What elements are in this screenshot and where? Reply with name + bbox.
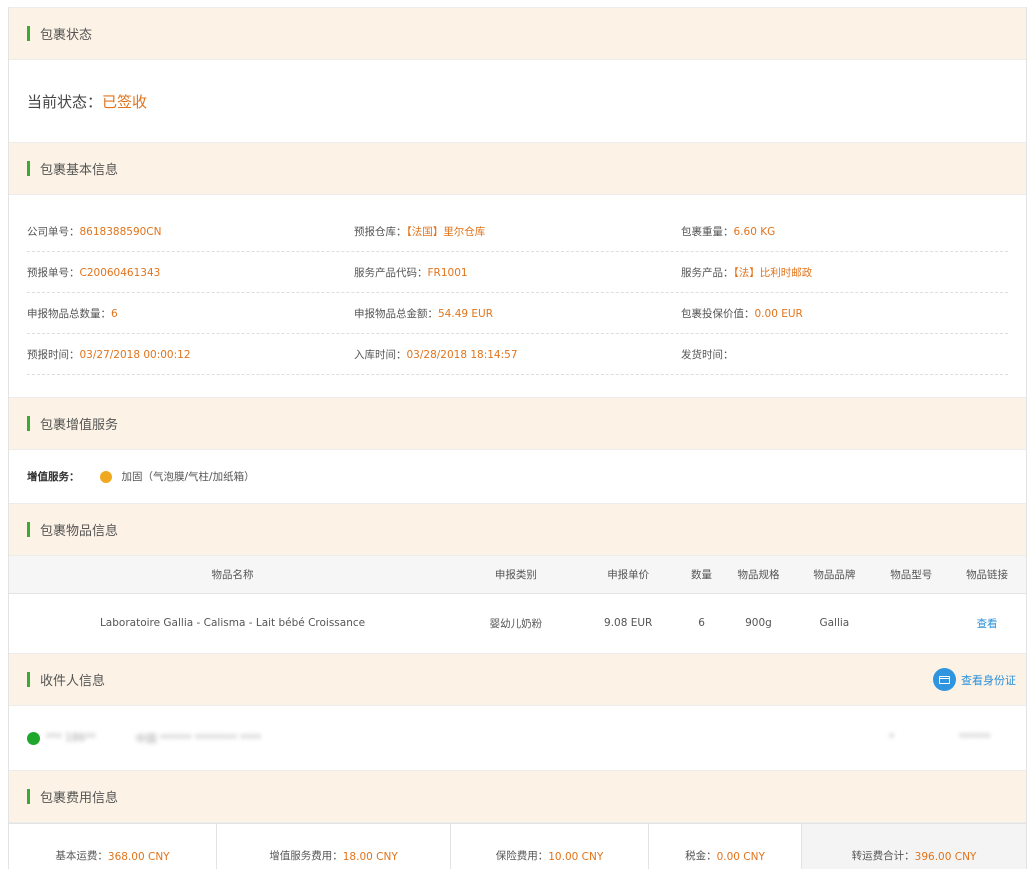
vas-dot-icon — [99, 470, 112, 483]
item-brand: Gallia — [819, 617, 850, 630]
col-qty: 数量 — [680, 556, 723, 594]
items-table: 物品名称 申报类别 申报单价 数量 物品规格 物品品牌 物品型号 物品链接 La… — [9, 556, 1026, 653]
info-insured-value: 包裹投保价值：0.00 EUR — [681, 307, 803, 320]
section-title: 包裹增值服务 — [40, 418, 119, 433]
info-company-no: 公司单号：8618388590CN — [27, 225, 162, 238]
info-product-code: 服务产品代码：FR1001 — [354, 266, 468, 279]
section-title: 包裹费用信息 — [40, 791, 119, 806]
info-ship-time: 发货时间： — [681, 348, 734, 361]
status-value: 已签收 — [102, 92, 148, 111]
package-detail-panel: 包裹状态 当前状态： 已签收 包裹基本信息 公司单号：8618388590CN … — [8, 7, 1027, 869]
col-unit-price: 申报单价 — [575, 556, 681, 594]
value-added-row: 增值服务： 加固（气泡膜/气柱/加纸箱） — [9, 450, 1026, 503]
fee-row: 基本运费： 368.00 CNY 增值服务费用： 18.00 CNY 保险费用： 10… — [9, 823, 1026, 869]
info-service-product: 服务产品：【法】比利时邮政 — [681, 266, 813, 279]
item-spec: 900g — [745, 617, 772, 630]
info-weight: 包裹重量：6.60 KG — [681, 225, 776, 238]
section-title: 收件人信息 — [40, 674, 106, 689]
view-id-card-label: 查看身份证 — [961, 673, 1016, 687]
section-header-recipient: 收件人信息 查看身份证 — [9, 653, 1026, 706]
vas-item: 加固（气泡膜/气柱/加纸箱） — [121, 471, 255, 483]
col-category: 申报类别 — [456, 556, 576, 594]
info-row: 公司单号：8618388590CN 预报仓库：【法国】里尔仓库 包裹重量：6.6… — [27, 211, 1008, 252]
info-row: 申报物品总数量：6 申报物品总金额：54.49 EUR 包裹投保价值：0.00 … — [27, 293, 1008, 334]
info-total-qty: 申报物品总数量：6 — [27, 307, 118, 320]
fee-basic: 基本运费： 368.00 CNY — [9, 824, 217, 869]
section-bar — [27, 26, 30, 41]
section-bar — [27, 416, 30, 431]
section-header-value-added: 包裹增值服务 — [9, 397, 1026, 450]
view-id-card-button[interactable]: 查看身份证 — [933, 668, 1016, 691]
fee-value-added: 增值服务费用： 18.00 CNY — [217, 824, 451, 869]
table-row: Laboratoire Gallia - Calisma - Lait bébé… — [9, 593, 1026, 653]
section-bar — [27, 672, 30, 687]
status-label: 当前状态： — [27, 92, 103, 111]
info-total-amount: 申报物品总金额：54.49 EUR — [354, 307, 494, 320]
info-row: 预报单号：C20060461343 服务产品代码：FR1001 服务产品：【法】… — [27, 252, 1008, 293]
fee-total: 转运费合计： 396.00 CNY — [802, 824, 1026, 869]
section-bar — [27, 161, 30, 176]
info-inbound-time: 入库时间：03/28/2018 18:14:57 — [354, 348, 518, 361]
recipient-name: *** 186** — [46, 732, 96, 744]
section-header-items: 包裹物品信息 — [9, 503, 1026, 556]
id-card-icon — [933, 668, 956, 691]
item-model — [874, 593, 948, 653]
item-qty: 6 — [698, 617, 705, 630]
section-header-fees: 包裹费用信息 — [9, 770, 1026, 823]
section-header-status: 包裹状态 — [9, 7, 1026, 60]
basic-info-grid: 公司单号：8618388590CN 预报仓库：【法国】里尔仓库 包裹重量：6.6… — [9, 195, 1026, 397]
info-row: 预报时间：03/27/2018 00:00:12 入库时间：03/28/2018… — [27, 334, 1008, 375]
vas-label: 增值服务： — [27, 471, 80, 483]
items-header-row: 物品名称 申报类别 申报单价 数量 物品规格 物品品牌 物品型号 物品链接 — [9, 556, 1026, 594]
col-item-name: 物品名称 — [9, 556, 457, 594]
info-warehouse: 预报仓库：【法国】里尔仓库 — [354, 225, 486, 238]
recipient-extra-1: * — [889, 732, 895, 744]
info-forecast-time: 预报时间：03/27/2018 00:00:12 — [27, 348, 191, 361]
section-bar — [27, 789, 30, 804]
recipient-row: *** 186** 中国 ****** ******** **** * ****… — [9, 706, 1026, 770]
recipient-default-dot-icon — [27, 731, 40, 745]
section-title: 包裹状态 — [40, 28, 93, 43]
fee-tax: 税金： 0.00 CNY — [649, 824, 802, 869]
col-link: 物品链接 — [948, 556, 1026, 594]
info-forecast-no: 预报单号：C20060461343 — [27, 266, 161, 279]
status-row: 当前状态： 已签收 — [9, 60, 1026, 142]
section-bar — [27, 522, 30, 537]
item-name: Laboratoire Gallia - Calisma - Lait bébé… — [99, 617, 366, 630]
recipient-extra-2: ****** — [959, 732, 991, 744]
col-model: 物品型号 — [874, 556, 949, 594]
section-header-basic-info: 包裹基本信息 — [9, 142, 1026, 195]
section-title: 包裹基本信息 — [40, 163, 119, 178]
col-spec: 物品规格 — [722, 556, 795, 594]
recipient-address: 中国 ****** ******** **** — [135, 732, 262, 745]
col-brand: 物品品牌 — [794, 556, 875, 594]
fee-insurance: 保险费用： 10.00 CNY — [451, 824, 649, 869]
section-title: 包裹物品信息 — [40, 524, 119, 539]
item-unit-price: 9.08 EUR — [604, 617, 653, 630]
item-category: 婴幼儿奶粉 — [489, 617, 543, 630]
item-view-link[interactable]: 查看 — [948, 593, 1026, 653]
